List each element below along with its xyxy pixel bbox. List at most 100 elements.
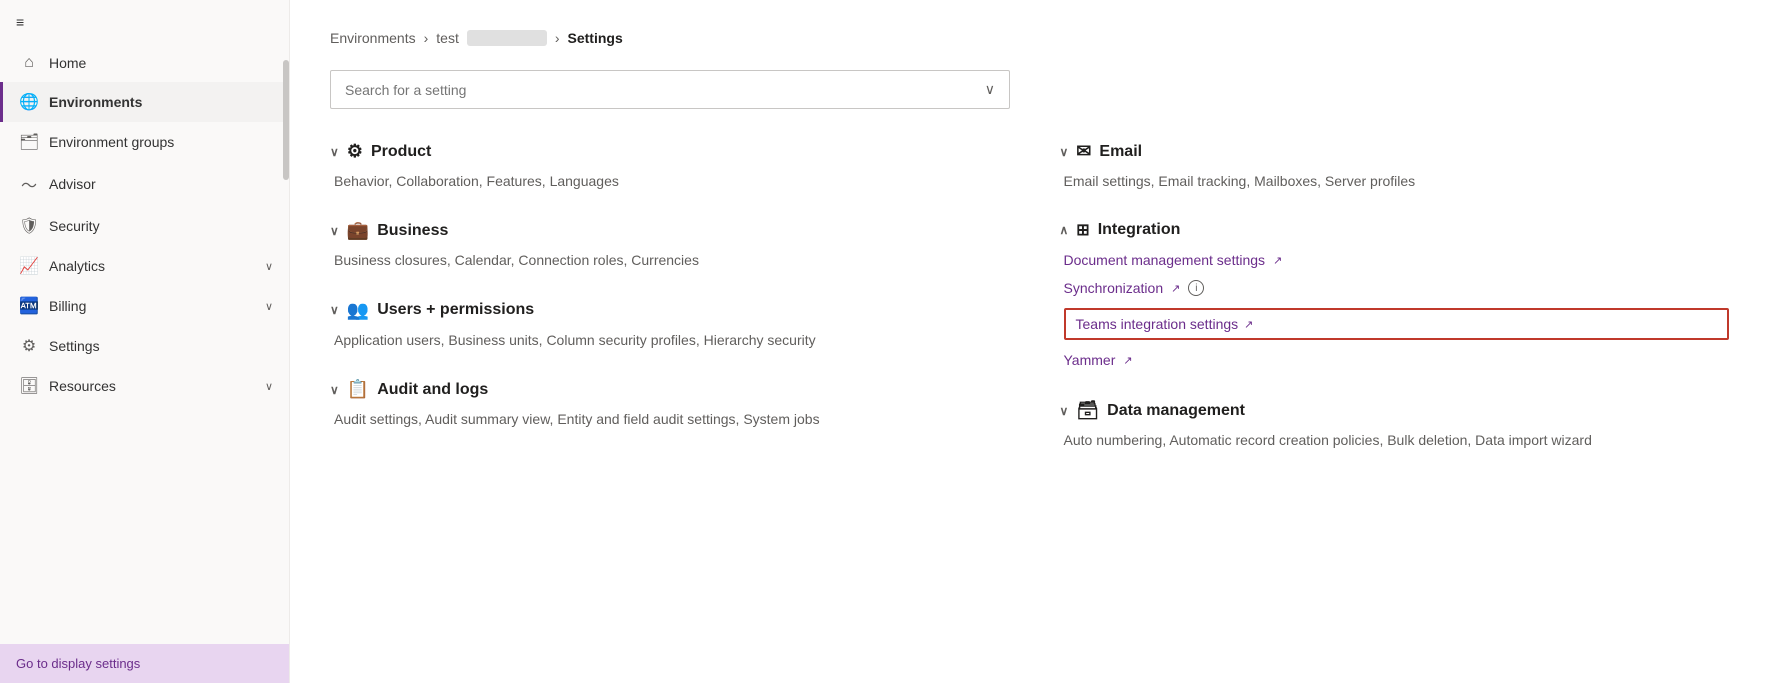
yammer-link[interactable]: Yammer [1064,352,1116,368]
breadcrumb-environments[interactable]: Environments [330,30,416,46]
section-product: ∨ ⚙ Product Behavior, Collaboration, Fea… [330,141,1000,192]
breadcrumb-current: Settings [568,30,623,46]
advisor-icon: 〜 [19,172,39,196]
sidebar-item-label: Analytics [49,258,105,274]
doc-mgmt-link[interactable]: Document management settings [1064,252,1266,268]
section-title: Business [377,222,448,240]
external-link-icon: ↗ [1273,254,1282,267]
hamburger-menu[interactable]: ≡ [0,0,289,44]
sidebar-item-environment-groups[interactable]: 🗂 Environment groups [0,122,289,162]
sync-link[interactable]: Synchronization [1064,280,1164,296]
sync-row: Synchronization ↗ i [1064,280,1730,296]
audit-links: Audit settings, Audit summary view, Enti… [330,408,1000,430]
product-links-text: Behavior, Collaboration, Features, Langu… [334,173,619,189]
collapse-icon[interactable]: ∨ [330,303,339,317]
section-title: Audit and logs [377,381,488,399]
sidebar-item-label: Resources [49,378,116,394]
data-mgmt-links: Auto numbering, Automatic record creatio… [1060,429,1730,451]
integration-links: Document management settings ↗ Synchroni… [1060,248,1730,372]
chevron-down-icon: ∨ [265,260,273,273]
main-content: Environments › test › Settings ∨ ∨ ⚙ Pro… [290,0,1769,683]
teams-link-box[interactable]: Teams integration settings ↗ [1064,308,1730,340]
external-link-icon: ↗ [1244,318,1253,331]
chevron-down-icon: ∨ [265,380,273,393]
external-link-icon: ↗ [1171,282,1180,295]
breadcrumb-test[interactable]: test [436,30,459,46]
collapse-icon[interactable]: ∨ [1060,404,1069,418]
left-column: ∨ ⚙ Product Behavior, Collaboration, Fea… [330,141,1000,480]
section-title: Integration [1098,221,1181,239]
section-integration: ∧ ⊞ Integration Document management sett… [1060,220,1730,372]
section-audit-logs: ∨ 📋 Audit and logs Audit settings, Audit… [330,379,1000,430]
section-title: Email [1099,143,1142,161]
product-links: Behavior, Collaboration, Features, Langu… [330,170,1000,192]
email-links: Email settings, Email tracking, Mailboxe… [1060,170,1730,192]
security-icon: 🛡 [19,216,39,236]
section-title: Users + permissions [377,301,534,319]
sidebar-item-home[interactable]: ⌂ Home [0,44,289,82]
chevron-down-icon: ∨ [265,300,273,313]
teams-link[interactable]: Teams integration settings [1076,316,1239,332]
breadcrumb-sep2: › [555,30,560,46]
sidebar: ≡ ⌂ Home 🌐 Environments 🗂 Environment gr… [0,0,290,683]
users-links-text: Application users, Business units, Colum… [334,332,816,348]
settings-icon: ⚙ [19,336,39,356]
sidebar-item-label: Environments [49,94,142,110]
search-input[interactable] [345,82,985,98]
sidebar-bottom-label: Go to display settings [16,656,140,671]
product-icon: ⚙ [347,141,363,162]
sidebar-item-label: Home [49,55,86,71]
hamburger-icon: ≡ [16,14,24,30]
yammer-row: Yammer ↗ [1064,352,1730,368]
audit-icon: 📋 [347,379,369,400]
collapse-icon[interactable]: ∨ [330,383,339,397]
business-icon: 💼 [347,220,369,241]
section-title: Data management [1107,402,1245,420]
home-icon: ⌂ [19,54,39,72]
breadcrumb-test-blurred [467,30,547,46]
sidebar-item-resources[interactable]: 🗄 Resources ∨ [0,366,289,406]
audit-links-text: Audit settings, Audit summary view, Enti… [334,411,820,427]
collapse-icon[interactable]: ∧ [1060,223,1069,237]
environment-groups-icon: 🗂 [19,132,39,152]
chevron-down-icon: ∨ [985,81,995,98]
users-links: Application users, Business units, Colum… [330,329,1000,351]
info-icon: i [1188,280,1204,296]
sidebar-item-label: Settings [49,338,100,354]
sidebar-item-billing[interactable]: 🏧 Billing ∨ [0,286,289,326]
collapse-icon[interactable]: ∨ [330,145,339,159]
analytics-icon: 📈 [19,256,39,276]
email-links-text: Email settings, Email tracking, Mailboxe… [1064,173,1416,189]
section-title: Product [371,143,431,161]
sidebar-item-environments[interactable]: 🌐 Environments [0,82,289,122]
scrollbar-thumb[interactable] [283,60,289,180]
sidebar-item-settings[interactable]: ⚙ Settings [0,326,289,366]
sidebar-item-security[interactable]: 🛡 Security [0,206,289,246]
business-links-text: Business closures, Calendar, Connection … [334,252,699,268]
data-mgmt-links-text: Auto numbering, Automatic record creatio… [1064,432,1592,448]
sidebar-item-label: Security [49,218,100,234]
environments-icon: 🌐 [19,92,39,112]
email-icon: ✉ [1076,141,1091,162]
sidebar-scrollbar[interactable] [283,0,289,683]
search-bar[interactable]: ∨ [330,70,1010,109]
sidebar-item-label: Environment groups [49,134,174,150]
section-data-management: ∨ 🗃 Data management Auto numbering, Auto… [1060,400,1730,451]
breadcrumb: Environments › test › Settings [330,30,1729,46]
section-email: ∨ ✉ Email Email settings, Email tracking… [1060,141,1730,192]
doc-mgmt-row: Document management settings ↗ [1064,252,1730,268]
resources-icon: 🗄 [19,376,39,396]
collapse-icon[interactable]: ∨ [1060,145,1069,159]
sidebar-bottom-item[interactable]: Go to display settings [0,644,289,683]
external-link-icon: ↗ [1123,354,1132,367]
collapse-icon[interactable]: ∨ [330,224,339,238]
right-column: ∨ ✉ Email Email settings, Email tracking… [1060,141,1730,480]
section-business: ∨ 💼 Business Business closures, Calendar… [330,220,1000,271]
sidebar-item-advisor[interactable]: 〜 Advisor [0,162,289,206]
integration-icon: ⊞ [1076,220,1089,240]
settings-grid: ∨ ⚙ Product Behavior, Collaboration, Fea… [330,141,1729,480]
sidebar-item-label: Billing [49,298,86,314]
data-mgmt-icon: 🗃 [1076,400,1099,421]
business-links: Business closures, Calendar, Connection … [330,249,1000,271]
sidebar-item-analytics[interactable]: 📈 Analytics ∨ [0,246,289,286]
